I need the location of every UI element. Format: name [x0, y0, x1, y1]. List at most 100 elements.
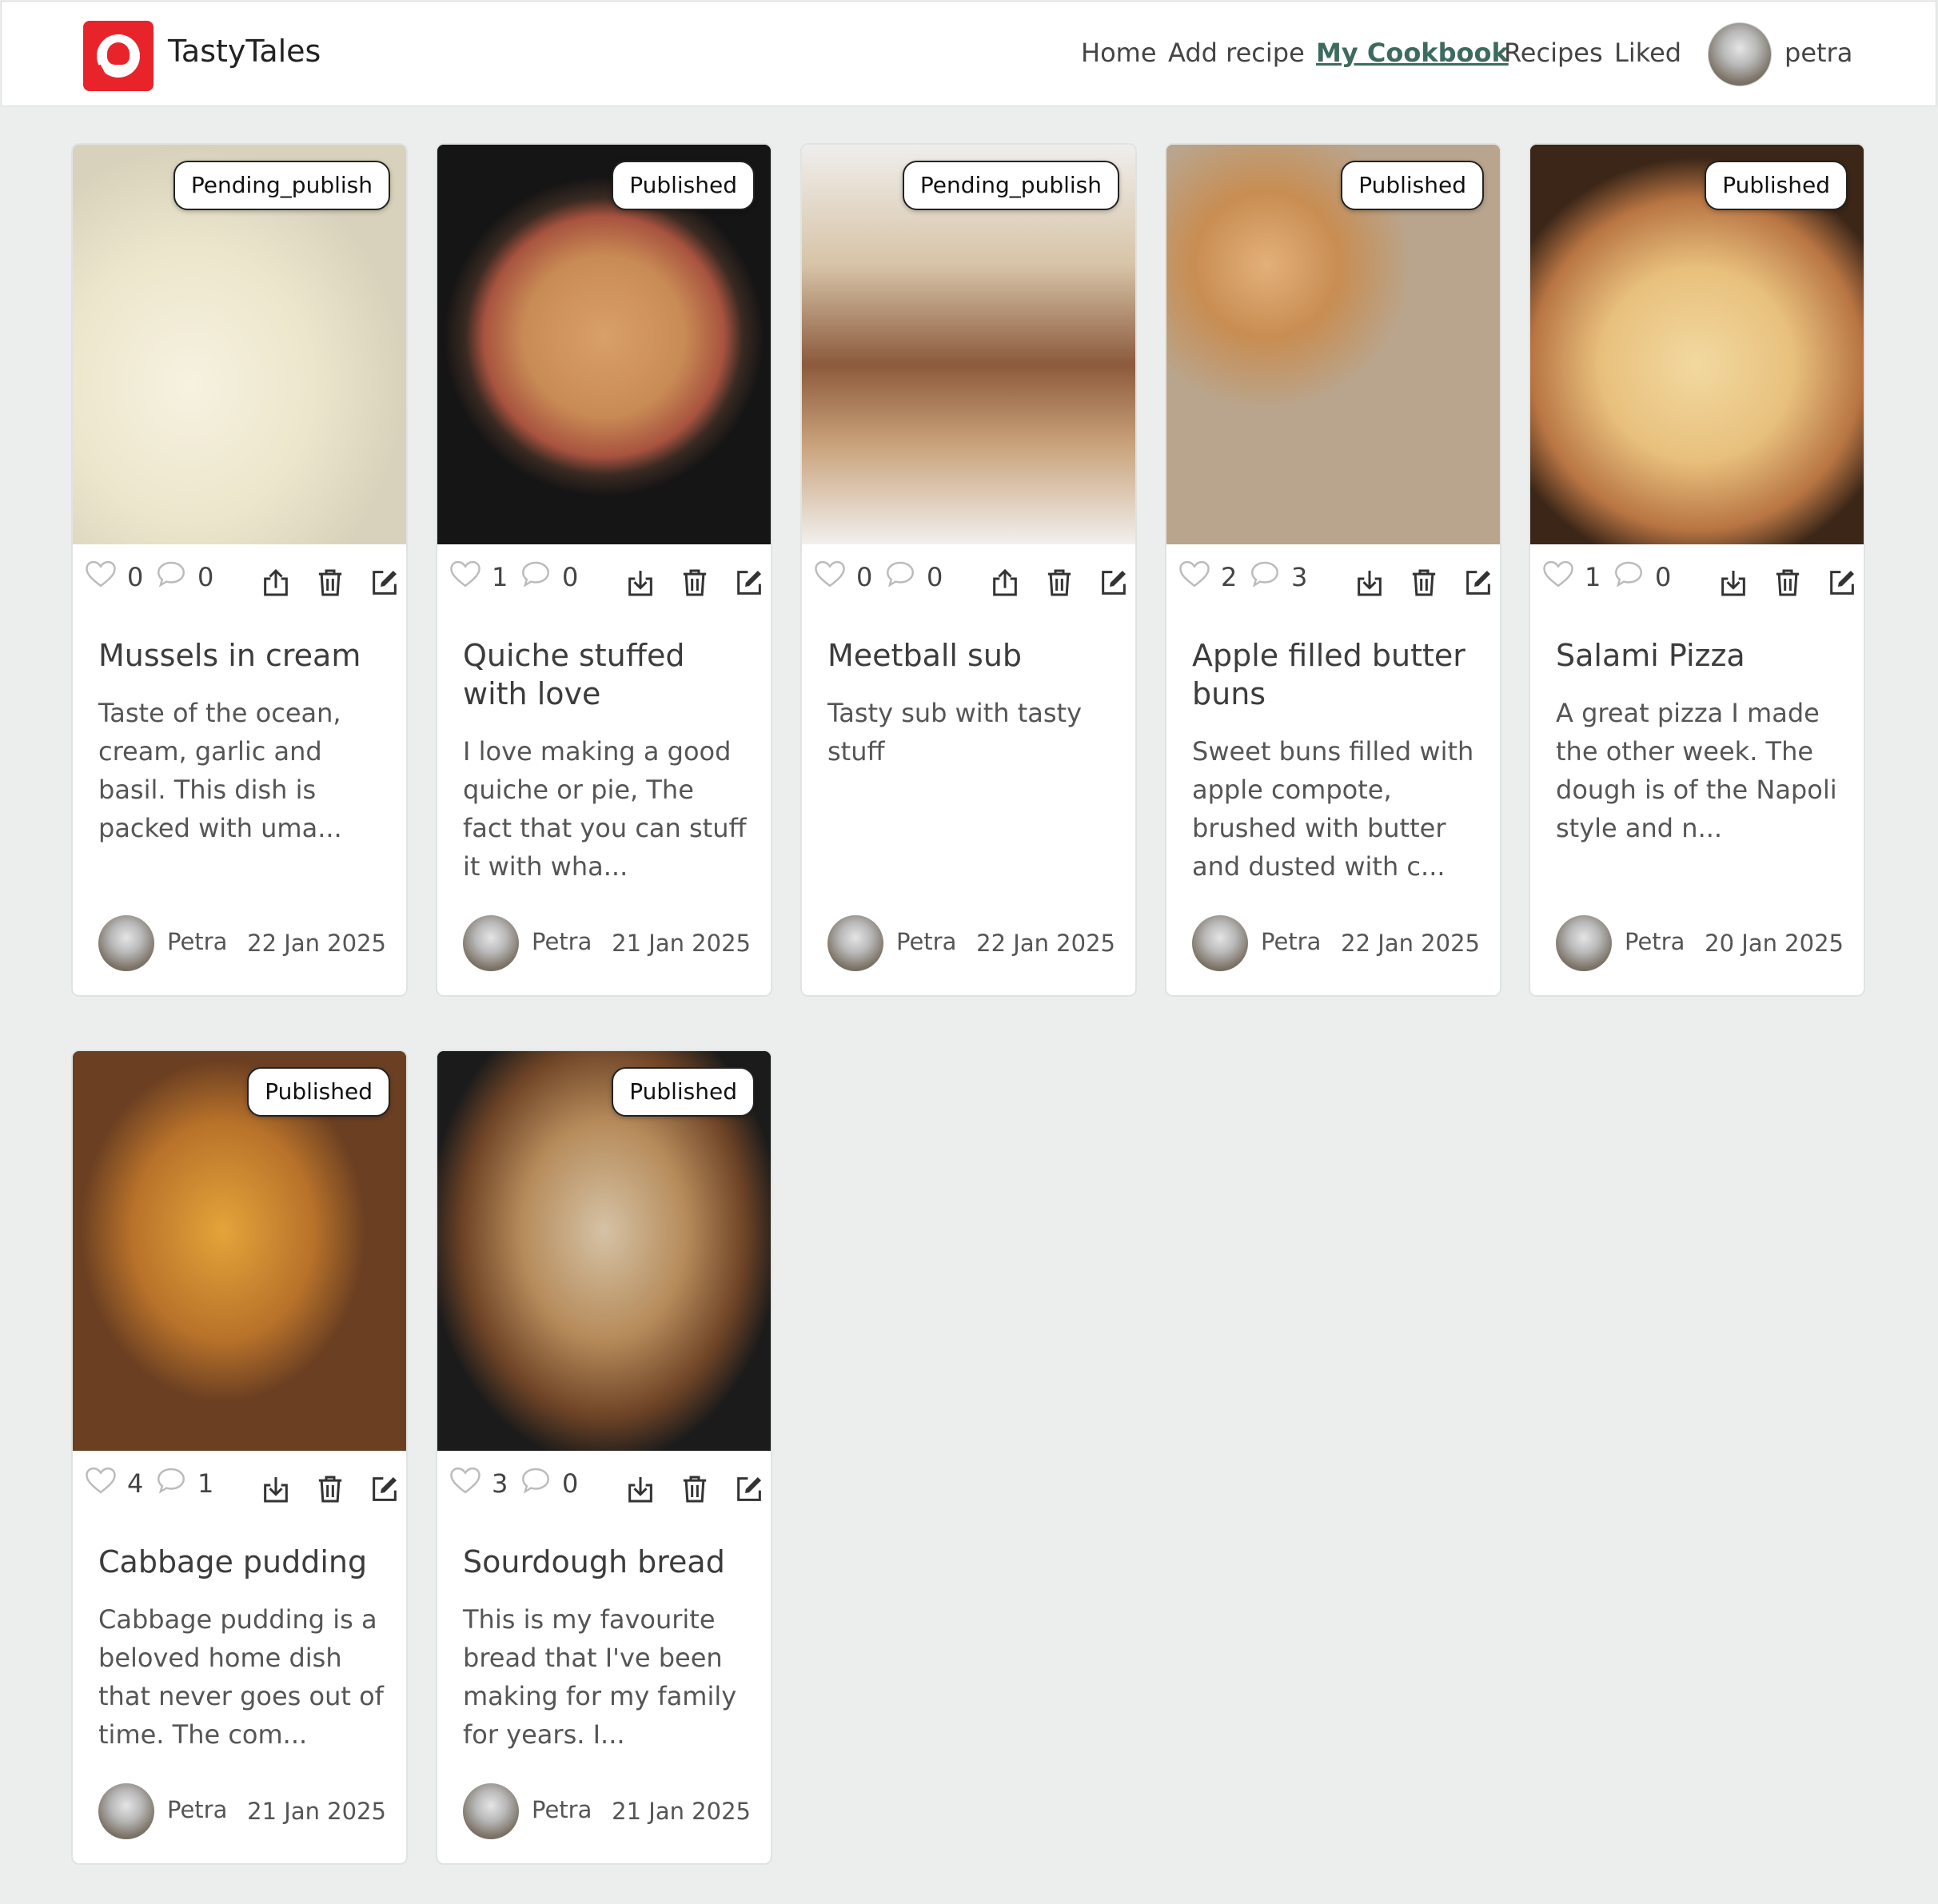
recipe-card[interactable]: Published 1 0 Quiche stuffed with love I…: [436, 143, 772, 997]
trash-icon[interactable]: [679, 1473, 711, 1505]
trash-icon[interactable]: [1772, 567, 1804, 599]
trash-icon[interactable]: [1408, 567, 1440, 599]
likes-count: 4: [127, 1468, 144, 1499]
author-avatar: [1556, 915, 1612, 971]
like-heart-icon[interactable]: [449, 557, 482, 591]
recipe-title[interactable]: Salami Pizza: [1556, 636, 1844, 675]
author-name: Petra: [167, 928, 228, 955]
recipe-author-row: Petra 22 Jan 2025: [827, 915, 1115, 971]
trash-icon[interactable]: [679, 567, 711, 599]
recipe-description: I love making a good quiche or pie, The …: [463, 736, 747, 882]
likes-count: 0: [127, 562, 144, 592]
comment-icon[interactable]: [154, 1464, 188, 1497]
like-heart-icon[interactable]: [813, 557, 847, 591]
recipe-card[interactable]: Published 3 0 Sourdough bread This is my…: [436, 1050, 772, 1865]
likes-count: 1: [492, 562, 508, 592]
recipe-card[interactable]: Published 2 3 Apple filled butter buns S…: [1165, 143, 1501, 997]
recipe-card[interactable]: Pending_publish 0 0 Mussels in cream Tas…: [71, 143, 408, 997]
recipe-date: 21 Jan 2025: [612, 930, 751, 957]
recipe-title[interactable]: Sourdough bread: [463, 1543, 751, 1581]
nav-add-recipe-link[interactable]: Add recipe: [1168, 38, 1305, 68]
edit-icon[interactable]: [733, 567, 765, 599]
nav-liked-link[interactable]: Liked: [1614, 38, 1681, 68]
comments-count: 3: [1291, 562, 1308, 592]
likes-count: 2: [1221, 562, 1238, 592]
app-name[interactable]: TastyTales: [168, 34, 321, 69]
edit-icon[interactable]: [1826, 567, 1858, 599]
comment-icon[interactable]: [519, 557, 552, 591]
like-heart-icon[interactable]: [1178, 557, 1211, 591]
author-name: Petra: [532, 928, 592, 955]
comment-icon[interactable]: [1248, 557, 1282, 591]
trash-icon[interactable]: [314, 1473, 346, 1505]
recipe-description: Tasty sub with tasty stuff: [827, 698, 1082, 767]
recipe-title[interactable]: Cabbage pudding: [98, 1543, 386, 1581]
recipe-author-row: Petra 22 Jan 2025: [98, 915, 386, 971]
recipe-author-row: Petra 20 Jan 2025: [1556, 915, 1844, 971]
author-name: Petra: [1261, 928, 1322, 955]
author-avatar: [827, 915, 883, 971]
recipe-actions-bar: 4 1: [84, 1459, 395, 1504]
recipe-card[interactable]: Published 4 1 Cabbage pudding Cabbage pu…: [71, 1050, 408, 1865]
recipe-author-row: Petra 21 Jan 2025: [98, 1783, 386, 1839]
author-name: Petra: [896, 928, 957, 955]
nav-home-link[interactable]: Home: [1081, 38, 1157, 68]
nav-my-cookbook-link[interactable]: My Cookbook: [1316, 38, 1509, 68]
like-heart-icon[interactable]: [449, 1464, 482, 1497]
author-avatar: [98, 915, 154, 971]
recipe-description: Taste of the ocean, cream, garlic and ba…: [98, 698, 342, 843]
like-heart-icon[interactable]: [84, 1464, 118, 1497]
recipe-title[interactable]: Meetball sub: [827, 636, 1115, 675]
recipe-description: A great pizza I made the other week. The…: [1556, 698, 1837, 843]
nav-recipes-link[interactable]: Recipes: [1504, 38, 1603, 68]
comments-count: 0: [562, 562, 579, 592]
comments-count: 0: [927, 562, 943, 592]
recipe-date: 22 Jan 2025: [247, 930, 386, 957]
recipe-actions-bar: 3 0: [449, 1459, 760, 1504]
comment-icon[interactable]: [519, 1464, 552, 1497]
author-name: Petra: [532, 1796, 592, 1823]
recipe-date: 22 Jan 2025: [1341, 930, 1480, 957]
download-icon[interactable]: [624, 567, 656, 599]
edit-icon[interactable]: [1098, 567, 1130, 599]
edit-icon[interactable]: [369, 567, 401, 599]
comment-icon[interactable]: [883, 557, 917, 591]
status-badge: Published: [612, 1067, 755, 1117]
status-badge: Published: [1341, 161, 1484, 210]
likes-count: 1: [1585, 562, 1601, 592]
upload-icon[interactable]: [989, 567, 1021, 599]
comments-count: 0: [562, 1468, 579, 1499]
edit-icon[interactable]: [733, 1473, 765, 1505]
recipe-title[interactable]: Quiche stuffed with love: [463, 636, 751, 713]
comment-icon[interactable]: [1612, 557, 1645, 591]
recipe-actions-bar: 0 0: [813, 552, 1124, 597]
recipe-title[interactable]: Apple filled butter buns: [1192, 636, 1480, 713]
comment-icon[interactable]: [154, 557, 188, 591]
download-icon[interactable]: [624, 1473, 656, 1505]
status-badge: Published: [247, 1067, 390, 1117]
trash-icon[interactable]: [1043, 567, 1075, 599]
like-heart-icon[interactable]: [1541, 557, 1575, 591]
user-avatar[interactable]: [1708, 22, 1772, 86]
recipe-actions-bar: 1 0: [449, 552, 760, 597]
download-icon[interactable]: [1717, 567, 1749, 599]
download-icon[interactable]: [1354, 567, 1386, 599]
upload-icon[interactable]: [260, 567, 292, 599]
status-badge: Published: [612, 161, 755, 210]
recipe-title[interactable]: Mussels in cream: [98, 636, 386, 675]
download-icon[interactable]: [260, 1473, 292, 1505]
recipe-date: 21 Jan 2025: [247, 1798, 386, 1825]
comments-count: 0: [197, 562, 214, 592]
edit-icon[interactable]: [369, 1473, 401, 1505]
recipe-card[interactable]: Pending_publish 0 0 Meetball sub Tasty s…: [800, 143, 1137, 997]
status-badge: Pending_publish: [902, 161, 1119, 210]
tastytales-logo-icon[interactable]: [83, 21, 154, 91]
recipe-author-row: Petra 22 Jan 2025: [1192, 915, 1480, 971]
comments-count: 0: [1655, 562, 1672, 592]
recipe-card[interactable]: Published 1 0 Salami Pizza A great pizza…: [1529, 143, 1865, 997]
trash-icon[interactable]: [314, 567, 346, 599]
like-heart-icon[interactable]: [84, 557, 118, 591]
edit-icon[interactable]: [1462, 567, 1494, 599]
user-name[interactable]: petra: [1784, 38, 1852, 68]
top-navigation-bar: TastyTales Home Add recipe My Cookbook R…: [1, 1, 1936, 106]
